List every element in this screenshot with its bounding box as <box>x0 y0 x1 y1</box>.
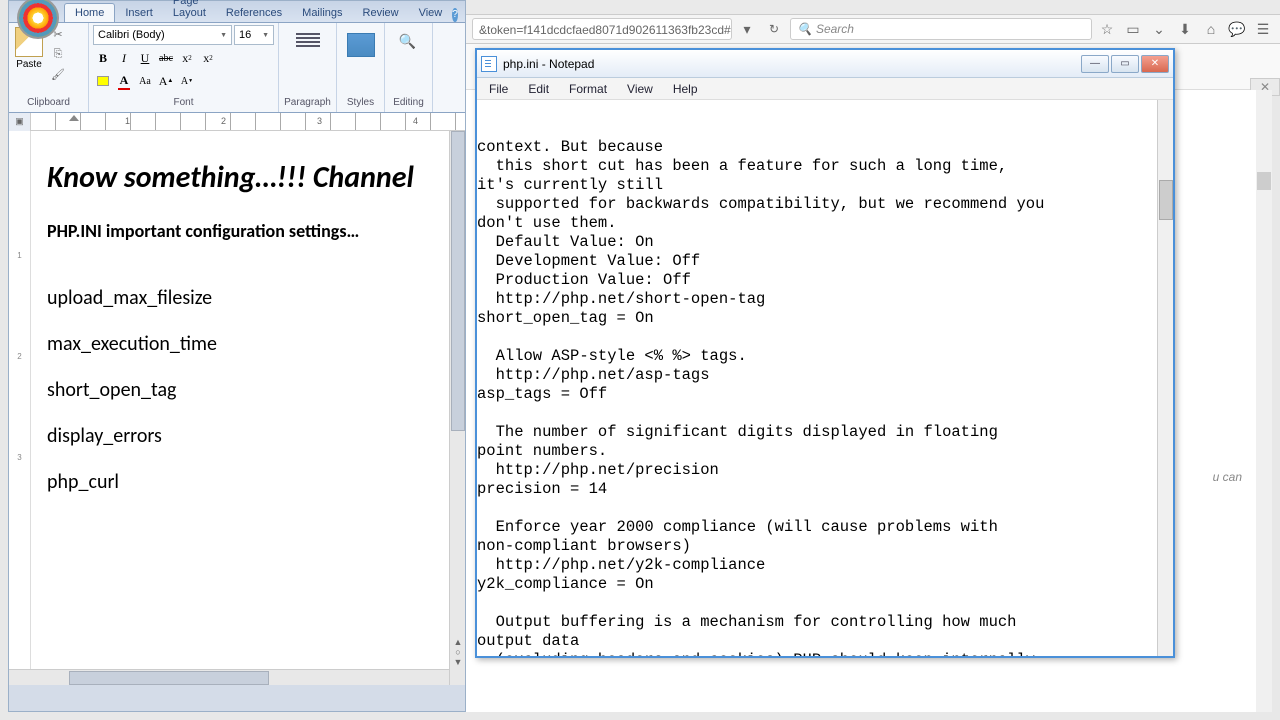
font-name-select[interactable]: Calibri (Body) ▼ <box>93 25 232 45</box>
indent-marker[interactable] <box>69 115 79 121</box>
reload-button[interactable]: ↻ <box>762 18 786 40</box>
tab-review[interactable]: Review <box>353 4 409 22</box>
grow-font-button[interactable]: A▲ <box>156 71 176 91</box>
copy-button[interactable]: ⎘ <box>49 45 67 63</box>
clipboard-label: Clipboard <box>13 97 84 110</box>
search-icon: 🔍 <box>797 22 812 36</box>
search-placeholder: Search <box>816 22 854 36</box>
tab-home[interactable]: Home <box>64 3 115 22</box>
hscroll-thumb[interactable] <box>69 671 269 685</box>
search-input[interactable]: 🔍 Search <box>790 18 1092 40</box>
scroll-thumb[interactable] <box>451 131 465 431</box>
document-vertical-scrollbar[interactable]: ▲○▼ <box>449 131 465 685</box>
styles-label: Styles <box>347 97 374 110</box>
downloads-icon[interactable]: ⬇ <box>1174 18 1196 40</box>
browse-object-nav[interactable]: ▲○▼ <box>450 637 465 667</box>
styles-group: Styles <box>337 23 385 112</box>
vertical-ruler[interactable]: 1 2 3 <box>9 131 31 685</box>
maximize-button[interactable]: ▭ <box>1111 55 1139 73</box>
change-case-button[interactable]: Aa <box>135 71 155 91</box>
superscript-button[interactable]: x2 <box>198 48 218 68</box>
ribbon-tabs: Home Insert Page Layout References Maili… <box>9 1 465 23</box>
styles-icon[interactable] <box>347 33 375 57</box>
chevron-down-icon: ▼ <box>262 32 269 39</box>
document-title: Know something…!!! Channel <box>47 159 427 196</box>
tab-insert[interactable]: Insert <box>115 4 163 22</box>
ribbon: Paste ✂ ⎘ 🖌 Clipboard Calibri (Body) ▼ 1… <box>9 23 465 113</box>
document-area[interactable]: 1 2 3 Know something…!!! Channel PHP.INI… <box>9 131 465 685</box>
page-text-fragment: u can <box>1213 470 1242 484</box>
tab-page-layout[interactable]: Page Layout <box>163 0 216 22</box>
find-icon[interactable] <box>399 33 419 57</box>
font-label: Font <box>93 97 274 110</box>
pocket-icon[interactable]: ⌄ <box>1148 18 1170 40</box>
highlight-color-button[interactable] <box>93 71 113 91</box>
shrink-font-button[interactable]: A▼ <box>177 71 197 91</box>
menu-format[interactable]: Format <box>559 79 617 99</box>
list-item: short_open_tag <box>47 378 427 402</box>
document-subtitle: PHP.INI important configuration settings… <box>47 220 427 242</box>
dropdown-icon[interactable]: ▾ <box>736 18 758 40</box>
minimize-button[interactable]: — <box>1081 55 1109 73</box>
help-icon[interactable]: ? <box>452 8 458 22</box>
menu-help[interactable]: Help <box>663 79 708 99</box>
url-bar[interactable]: &token=f141dcdcfaed8071d902611363fb23cd# <box>472 18 732 40</box>
list-item: php_curl <box>47 470 427 494</box>
clipboard-group: Paste ✂ ⎘ 🖌 Clipboard <box>9 23 89 112</box>
font-color-button[interactable]: A <box>114 71 134 91</box>
notepad-titlebar[interactable]: php.ini - Notepad — ▭ ✕ <box>477 50 1173 78</box>
subscript-button[interactable]: x2 <box>177 48 197 68</box>
paragraph-group: Paragraph <box>279 23 337 112</box>
list-item: max_execution_time <box>47 332 427 356</box>
menu-view[interactable]: View <box>617 79 663 99</box>
editing-label: Editing <box>393 97 424 110</box>
notepad-text: context. But because this short cut has … <box>477 138 1173 656</box>
page-vertical-scrollbar[interactable] <box>1256 90 1272 712</box>
menu-edit[interactable]: Edit <box>518 79 559 99</box>
notepad-vertical-scrollbar[interactable] <box>1157 100 1173 656</box>
italic-button[interactable]: I <box>114 48 134 68</box>
word-window: Home Insert Page Layout References Maili… <box>8 0 466 712</box>
underline-button[interactable]: U <box>135 48 155 68</box>
bookmark-star-icon[interactable]: ☆ <box>1096 18 1118 40</box>
page-scroll-thumb[interactable] <box>1257 172 1271 190</box>
tab-mailings[interactable]: Mailings <box>292 4 352 22</box>
list-item: display_errors <box>47 424 427 448</box>
notepad-window: php.ini - Notepad — ▭ ✕ File Edit Format… <box>475 48 1175 658</box>
horizontal-ruler[interactable]: ▣ 1 2 3 4 <box>9 113 465 131</box>
notepad-text-area[interactable]: context. But because this short cut has … <box>477 100 1173 656</box>
browser-toolbar: &token=f141dcdcfaed8071d902611363fb23cd#… <box>466 14 1280 44</box>
reading-list-icon[interactable]: ▭ <box>1122 18 1144 40</box>
paragraph-label: Paragraph <box>284 97 331 110</box>
notepad-scroll-thumb[interactable] <box>1159 180 1173 220</box>
notepad-icon <box>481 56 497 72</box>
notepad-menubar: File Edit Format View Help <box>477 78 1173 100</box>
strikethrough-button[interactable]: abc <box>156 48 176 68</box>
tab-view[interactable]: View <box>409 4 453 22</box>
editing-group: Editing <box>385 23 433 112</box>
notepad-title: php.ini - Notepad <box>503 57 594 71</box>
close-button[interactable]: ✕ <box>1141 55 1169 73</box>
menu-file[interactable]: File <box>479 79 518 99</box>
paragraph-icon[interactable] <box>296 33 320 53</box>
document-horizontal-scrollbar[interactable] <box>9 669 449 685</box>
menu-icon[interactable]: ☰ <box>1252 18 1274 40</box>
list-item: upload_max_filesize <box>47 286 427 310</box>
browser-titlebar-fragment <box>466 0 1280 14</box>
chevron-down-icon: ▼ <box>220 32 227 39</box>
bold-button[interactable]: B <box>93 48 113 68</box>
chat-icon[interactable]: 💬 <box>1226 18 1248 40</box>
tab-references[interactable]: References <box>216 4 292 22</box>
font-size-select[interactable]: 16 ▼ <box>234 25 274 45</box>
font-group: Calibri (Body) ▼ 16 ▼ B I U abc x2 x2 A … <box>89 23 279 112</box>
ruler-corner: ▣ <box>9 113 31 131</box>
home-icon[interactable]: ⌂ <box>1200 18 1222 40</box>
format-painter-button[interactable]: 🖌 <box>49 65 67 83</box>
